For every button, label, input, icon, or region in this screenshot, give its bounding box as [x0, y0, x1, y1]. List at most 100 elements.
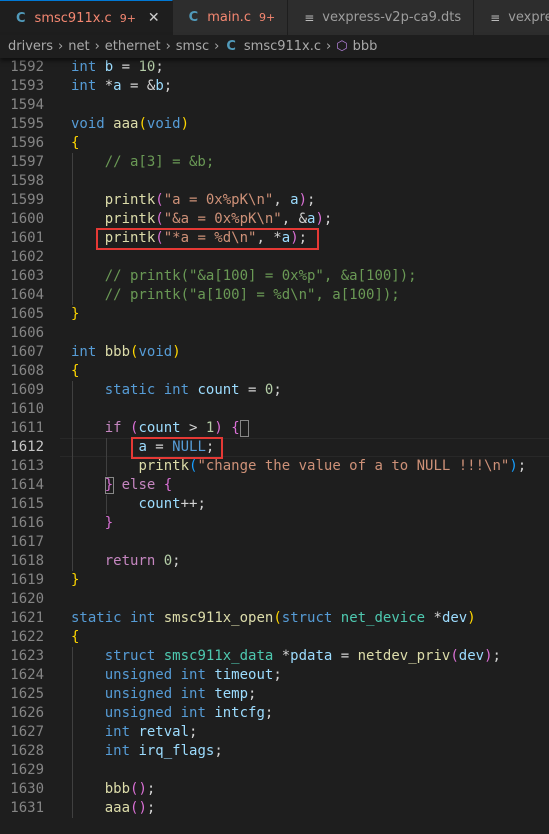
code-line[interactable]: 1605} [0, 305, 549, 324]
code-token: int [71, 78, 97, 94]
code-token: ) [484, 648, 493, 664]
code-line[interactable]: 1603 // printk("&a[100] = 0x%p", &a[100]… [0, 267, 549, 286]
annotation-box [131, 437, 223, 459]
code-text: static int count = 0; [71, 381, 282, 400]
code-line[interactable]: 1611 if (count > 1) { [0, 419, 549, 438]
code-line[interactable]: 1600 printk("&a = 0x%pK\n", &a); [0, 210, 549, 229]
code-line[interactable]: 1626 unsigned int intcfg; [0, 704, 549, 723]
code-token: ; [264, 705, 274, 721]
code-line[interactable]: 1596 { [0, 134, 549, 153]
code-token: { [71, 135, 80, 151]
line-number: 1597 [10, 154, 44, 170]
code-line[interactable]: 1616 } [0, 514, 549, 533]
code-line[interactable]: 1629 [0, 761, 549, 780]
code-line[interactable]: 1615 count++; [0, 495, 549, 514]
code-line[interactable]: 1631 aaa(); [0, 799, 549, 818]
code-line[interactable]: 1594 [0, 96, 549, 115]
code-line[interactable]: 1612 a = NULL; [0, 438, 549, 457]
code-line[interactable]: 1609 static int count = 0; [0, 381, 549, 400]
code-line[interactable]: 1610 [0, 400, 549, 419]
code-line[interactable]: 1630 bbb(); [0, 780, 549, 799]
code-line[interactable]: 1595 void aaa(void) [0, 115, 549, 134]
breadcrumb-item[interactable]: smsc [176, 39, 209, 54]
code-token: printk [104, 211, 156, 227]
code-token: void [146, 116, 181, 132]
breadcrumb-symbol[interactable]: bbb [353, 39, 378, 54]
code-token: * [96, 78, 114, 94]
code-token: b [104, 59, 114, 75]
line-number: 1620 [10, 591, 44, 607]
code-token: a [290, 192, 299, 208]
code-token: ; [189, 724, 198, 740]
tab-main-c[interactable]: Cmain.c 9+ [172, 0, 289, 35]
code-text: aaa(); [71, 799, 156, 818]
code-line[interactable]: 1620 [0, 590, 549, 609]
chevron-right-icon: › [94, 39, 100, 54]
code-token: int [180, 705, 206, 721]
code-editor[interactable]: 15911592int b = 10;1593int *a = &b;15941… [0, 39, 549, 818]
code-line[interactable]: 1624 unsigned int timeout; [0, 666, 549, 685]
code-line[interactable]: 1625 unsigned int temp; [0, 685, 549, 704]
breadcrumb-item[interactable]: drivers [8, 39, 53, 54]
code-text: static int smsc911x_open(struct net_devi… [71, 609, 476, 628]
bracket-match-highlight [239, 420, 250, 437]
text-file-icon: ≡ [490, 10, 501, 25]
code-line[interactable]: 1604 // printk("a[100] = %d\n", a[100]); [0, 286, 549, 305]
code-token: ) [180, 116, 190, 132]
code-line[interactable]: 1628 int irq_flags; [0, 742, 549, 761]
tab-vexpress-v2p-ca9-dts[interactable]: ≡ vexpress-v2p-ca9.dts [474, 0, 549, 35]
code-line[interactable]: 1619} [0, 571, 549, 590]
tab-smsc911x-c[interactable]: Csmsc911x.c 9+ ✕ [0, 0, 173, 35]
code-line[interactable]: 1622 { [0, 628, 549, 647]
code-line[interactable]: 1613 printk("change the value of a to NU… [0, 457, 549, 476]
code-line[interactable]: 1602 [0, 248, 549, 267]
code-token: unsigned [104, 667, 173, 683]
code-line[interactable]: 1621 static int smsc911x_open(struct net_… [0, 609, 549, 628]
code-line[interactable]: 1592 int b = 10; [0, 58, 549, 77]
code-token: "change the value of a to NULL !!!\n" [197, 458, 510, 474]
code-line[interactable]: 1606 [0, 324, 549, 343]
code-token: { [71, 629, 80, 645]
code-line[interactable]: 1627 int retval; [0, 723, 549, 742]
code-line[interactable]: 1618 return 0; [0, 552, 549, 571]
code-line[interactable]: 1598 [0, 172, 549, 191]
code-line[interactable]: 1608 { [0, 362, 549, 381]
code-line[interactable]: 1623 struct smsc911x_data *pdata = netde… [0, 647, 549, 666]
code-token: ; [146, 781, 156, 797]
line-number: 1605 [10, 306, 44, 322]
code-token: int [71, 59, 97, 75]
code-token: ( [138, 116, 147, 132]
code-token: int [130, 610, 156, 626]
breadcrumb-file[interactable]: smsc911x.c [244, 39, 321, 54]
code-line[interactable]: 1597 // a[3] = &b; [0, 153, 549, 172]
code-token: unsigned [104, 686, 173, 702]
code-token: ) [509, 458, 518, 474]
close-icon[interactable]: ✕ [148, 10, 160, 26]
code-line[interactable]: 1593 int *a = &b; [0, 77, 549, 96]
code-token: count [138, 420, 181, 436]
code-token: static [71, 610, 122, 626]
breadcrumb-item[interactable]: net [68, 39, 89, 54]
code-token: struct [281, 610, 333, 626]
line-number: 1617 [10, 534, 44, 550]
line-number: 1599 [10, 192, 44, 208]
code-line[interactable]: 1617 [0, 533, 549, 552]
code-token: 0 [163, 553, 173, 569]
code-token: = & [121, 78, 156, 94]
code-line[interactable]: 1607 int bbb(void) [0, 343, 549, 362]
code-token: temp [214, 686, 249, 702]
code-token: irq_flags [138, 743, 215, 759]
line-number: 1631 [10, 800, 44, 816]
code-line[interactable]: 1614 } else { [0, 476, 549, 495]
breadcrumb-item[interactable]: ethernet [105, 39, 161, 54]
tab-vexpress-v2p-ca9-dts[interactable]: ≡ vexpress-v2p-ca9.dts [288, 0, 475, 35]
code-line[interactable]: 1599 printk("a = 0x%pK\n", a); [0, 191, 549, 210]
line-number: 1594 [10, 97, 44, 113]
code-text: } [71, 514, 113, 533]
